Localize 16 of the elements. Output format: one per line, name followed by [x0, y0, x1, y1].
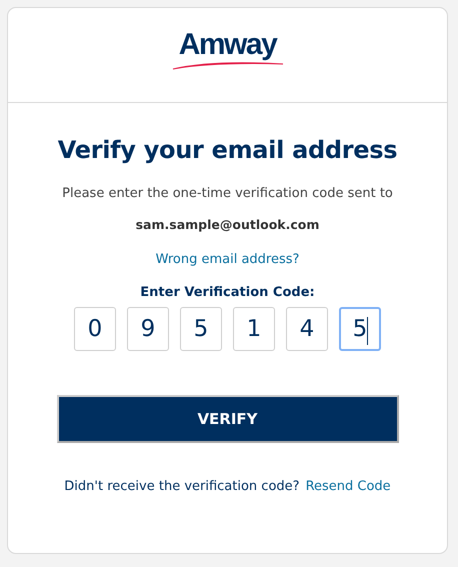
digit-field[interactable]: 5 [339, 307, 381, 351]
digit-field[interactable]: 9 [127, 307, 169, 351]
resend-code-link[interactable]: Resend Code [306, 479, 391, 494]
instruction-text: Please enter the one-time verification code sent to [62, 186, 393, 201]
swoosh-icon [172, 60, 284, 70]
code-label: Enter Verification Code: [140, 285, 315, 300]
digit-field[interactable]: 1 [233, 307, 275, 351]
resend-prompt: Didn't receive the verification code? [64, 479, 300, 494]
digit-field[interactable]: 5 [180, 307, 222, 351]
wrong-email-link[interactable]: Wrong email address? [156, 252, 300, 267]
page-title: Verify your email address [58, 136, 398, 164]
digit-field[interactable]: 0 [74, 307, 116, 351]
verify-button[interactable]: VERIFY [56, 395, 398, 443]
logo-wordmark: Amway [178, 30, 276, 60]
email-address: sam.sample@outlook.com [136, 217, 320, 232]
digit-field[interactable]: 4 [286, 307, 328, 351]
